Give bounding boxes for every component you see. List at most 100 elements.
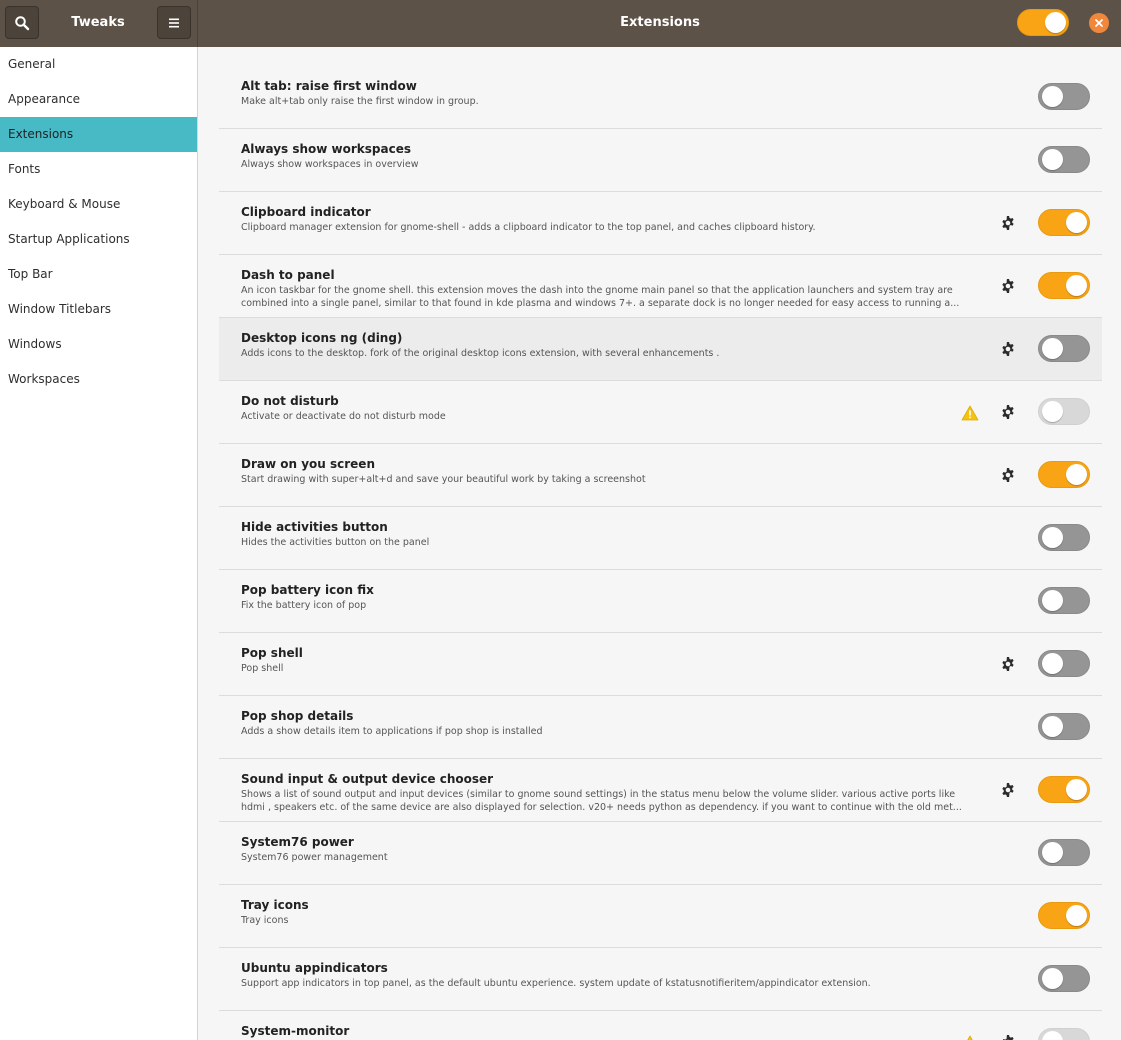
extension-name: Ubuntu appindicators: [241, 961, 388, 975]
sidebar-item-appearance[interactable]: Appearance: [0, 82, 197, 117]
sidebar-item-top-bar[interactable]: Top Bar: [0, 257, 197, 292]
switch-knob: [1066, 464, 1087, 485]
extension-row-pop-battery-icon-fix: Pop battery icon fix Fix the battery icon…: [219, 570, 1102, 633]
extension-row-do-not-disturb: Do not disturb Activate or deactivate do …: [219, 381, 1102, 444]
extension-toggle-switch[interactable]: [1038, 524, 1090, 551]
settings-gear-icon[interactable]: [1000, 1034, 1016, 1040]
extension-toggle-switch: [1038, 398, 1090, 425]
switch-knob: [1066, 275, 1087, 296]
extension-toggle-switch[interactable]: [1038, 83, 1090, 110]
settings-gear-icon[interactable]: [1000, 215, 1016, 231]
extension-row-system-monitor: System-monitor: [219, 1011, 1102, 1040]
extension-name: Desktop icons ng (ding): [241, 331, 403, 345]
search-icon: [15, 15, 30, 30]
extension-toggle-switch[interactable]: [1038, 461, 1090, 488]
settings-gear-icon[interactable]: [1000, 341, 1016, 357]
switch-knob: [1042, 842, 1063, 863]
extension-description: Pop shell: [241, 663, 284, 674]
app-title: Tweaks: [71, 15, 125, 30]
extensions-master-switch[interactable]: [1017, 9, 1069, 36]
settings-gear-icon[interactable]: [1000, 404, 1016, 420]
switch-knob: [1042, 716, 1063, 737]
extension-description: System76 power management: [241, 852, 388, 863]
warning-icon: [961, 1035, 979, 1040]
extension-name: Pop shell: [241, 646, 303, 660]
extension-name: Dash to panel: [241, 268, 335, 282]
extension-toggle-switch[interactable]: [1038, 650, 1090, 677]
extension-row-hide-activities-button: Hide activities button Hides the activiti…: [219, 507, 1102, 570]
sidebar-item-general[interactable]: General: [0, 47, 197, 82]
extension-toggle-switch[interactable]: [1038, 209, 1090, 236]
switch-knob: [1066, 779, 1087, 800]
extension-row-alt-tab-raise-first-window: Alt tab: raise first window Make alt+tab …: [219, 66, 1102, 129]
extension-row-pop-shop-details: Pop shop details Adds a show details item…: [219, 696, 1102, 759]
hamburger-menu-icon: [169, 18, 179, 27]
extension-toggle-switch[interactable]: [1038, 776, 1090, 803]
switch-knob: [1042, 527, 1063, 548]
switch-knob: [1042, 86, 1063, 107]
sidebar-item-keyboard-mouse[interactable]: Keyboard & Mouse: [0, 187, 197, 222]
extension-description: Activate or deactivate do not disturb mo…: [241, 411, 446, 422]
sidebar-item-startup-applications[interactable]: Startup Applications: [0, 222, 197, 257]
extension-row-pop-shell: Pop shell Pop shell: [219, 633, 1102, 696]
switch-knob: [1042, 653, 1063, 674]
extension-toggle-switch[interactable]: [1038, 146, 1090, 173]
extension-description: Start drawing with super+alt+d and save …: [241, 474, 646, 485]
sidebar: General Appearance Extensions Fonts Keyboard…: [0, 47, 198, 1040]
extension-row-sound-input-output-device-chooser: Sound input & output device chooser Shows…: [219, 759, 1102, 822]
extension-name: Always show workspaces: [241, 142, 412, 156]
extension-row-system76-power: System76 power System76 power management: [219, 822, 1102, 885]
switch-knob: [1045, 12, 1066, 33]
extension-description: Always show workspaces in overview: [241, 159, 419, 170]
extension-row-draw-on-you-screen: Draw on you screen Start drawing with sup…: [219, 444, 1102, 507]
extension-name: Pop battery icon fix: [241, 583, 374, 597]
extension-toggle-switch[interactable]: [1038, 335, 1090, 362]
extension-name: Do not disturb: [241, 394, 339, 408]
switch-knob: [1066, 212, 1087, 233]
switch-knob: [1042, 149, 1063, 170]
settings-gear-icon[interactable]: [1000, 782, 1016, 798]
close-icon: [1095, 19, 1103, 27]
page-title: Extensions: [620, 15, 700, 30]
extension-name: Pop shop details: [241, 709, 354, 723]
extension-toggle-switch[interactable]: [1038, 587, 1090, 614]
switch-knob: [1066, 905, 1087, 926]
sidebar-item-extensions[interactable]: Extensions: [0, 117, 197, 152]
settings-gear-icon[interactable]: [1000, 467, 1016, 483]
extension-toggle-switch[interactable]: [1038, 965, 1090, 992]
extension-description: Tray icons: [241, 915, 289, 926]
extension-row-dash-to-panel: Dash to panel An icon taskbar for the gno…: [219, 255, 1102, 318]
search-button[interactable]: [5, 6, 39, 39]
warning-icon: [961, 405, 979, 421]
switch-knob: [1042, 590, 1063, 611]
settings-gear-icon[interactable]: [1000, 656, 1016, 672]
sidebar-item-windows[interactable]: Windows: [0, 327, 197, 362]
extension-toggle-switch[interactable]: [1038, 839, 1090, 866]
settings-gear-icon[interactable]: [1000, 278, 1016, 294]
extension-toggle-switch[interactable]: [1038, 902, 1090, 929]
extensions-panel: Alt tab: raise first window Make alt+tab …: [199, 47, 1121, 1040]
sidebar-item-window-titlebars[interactable]: Window Titlebars: [0, 292, 197, 327]
headerbar-left-pane: Tweaks: [0, 0, 198, 47]
sidebar-item-workspaces[interactable]: Workspaces: [0, 362, 197, 397]
extension-description: Make alt+tab only raise the first window…: [241, 96, 479, 107]
extension-description: Fix the battery icon of pop: [241, 600, 367, 611]
switch-knob: [1042, 338, 1063, 359]
extension-name: System76 power: [241, 835, 354, 849]
extension-name: System-monitor: [241, 1024, 350, 1038]
extension-row-clipboard-indicator: Clipboard indicator Clipboard manager ext…: [219, 192, 1102, 255]
close-button[interactable]: [1089, 13, 1109, 33]
extension-description: Adds icons to the desktop. fork of the o…: [241, 348, 720, 359]
extension-list: Alt tab: raise first window Make alt+tab …: [219, 66, 1102, 1040]
extension-toggle-switch[interactable]: [1038, 713, 1090, 740]
extension-name: Tray icons: [241, 898, 309, 912]
extension-description: Clipboard manager extension for gnome-sh…: [241, 222, 816, 233]
sidebar-item-fonts[interactable]: Fonts: [0, 152, 197, 187]
menu-button[interactable]: [157, 6, 191, 39]
extension-row-tray-icons: Tray icons Tray icons: [219, 885, 1102, 948]
extension-description: An icon taskbar for the gnome shell. thi…: [241, 285, 960, 309]
extension-row-ubuntu-appindicators: Ubuntu appindicators Support app indicato…: [219, 948, 1102, 1011]
switch-knob: [1042, 401, 1063, 422]
switch-knob: [1042, 968, 1063, 989]
extension-toggle-switch[interactable]: [1038, 272, 1090, 299]
